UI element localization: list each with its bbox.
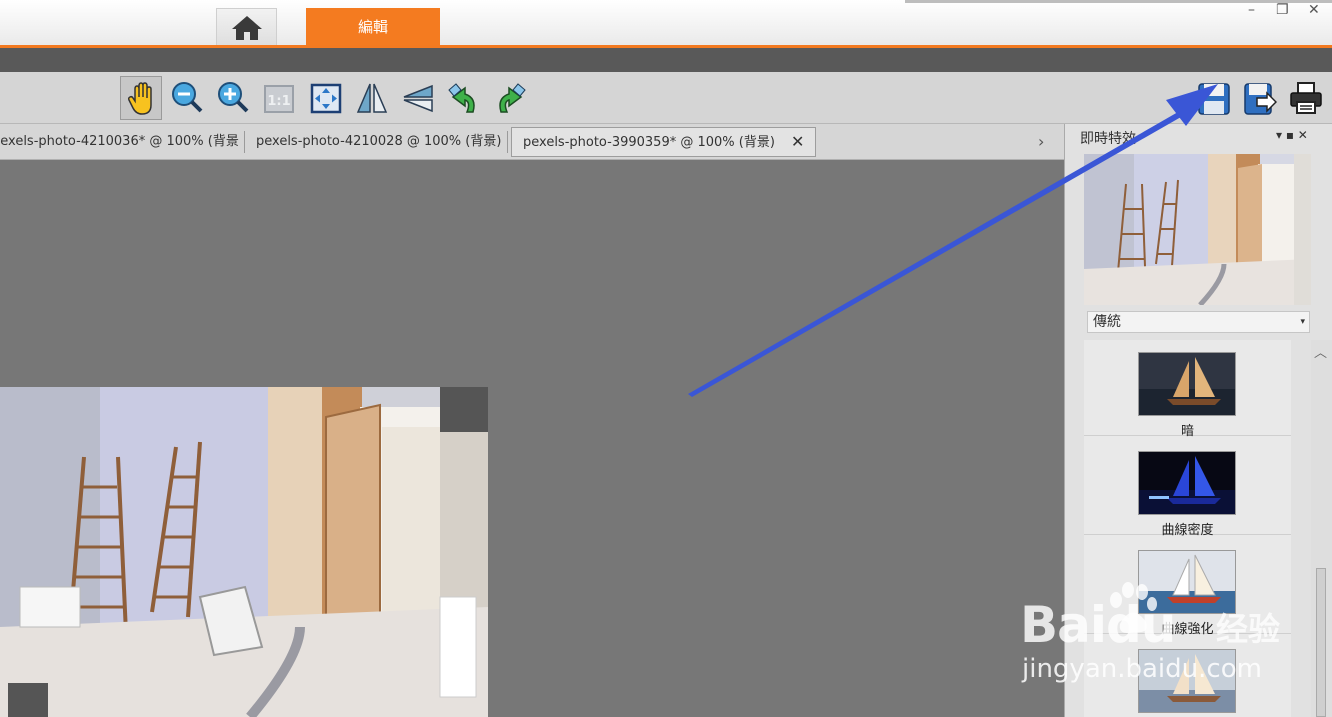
preset-value: 傳統 xyxy=(1093,314,1121,330)
flip-horizontal-icon xyxy=(356,83,388,113)
zoom-out-button[interactable] xyxy=(166,76,208,120)
panel-controls[interactable]: ▾ ▪ ✕ xyxy=(1276,128,1308,142)
effect-label: 暗 xyxy=(1180,424,1194,439)
flip-vertical-button[interactable] xyxy=(397,76,439,120)
doc-tab-active[interactable]: pexels-photo-3990359* @ 100% (背景) xyxy=(511,127,816,157)
doc-tab[interactable]: pexels-photo-4210036* @ 100% (背景) xyxy=(0,127,240,157)
actual-size-button[interactable]: 1:1 xyxy=(258,76,300,120)
fit-window-icon xyxy=(310,83,342,114)
minimize-button[interactable]: – xyxy=(1248,2,1255,18)
rotate-right-icon xyxy=(499,83,526,113)
title-bar xyxy=(0,0,1332,47)
rotate-right-button[interactable] xyxy=(489,76,531,120)
effect-thumbnail xyxy=(1138,451,1236,515)
home-icon xyxy=(232,16,262,40)
photo-image[interactable] xyxy=(0,387,488,717)
watermark-url: jingyan.baidu.com xyxy=(1022,654,1262,684)
restore-button[interactable]: ❐ xyxy=(1276,2,1289,18)
flip-vertical-icon xyxy=(403,84,433,113)
effect-list-scrollbar[interactable]: ︿ xyxy=(1311,340,1332,717)
close-tab-icon[interactable]: ✕ xyxy=(791,133,804,151)
chevron-up-icon[interactable]: ︿ xyxy=(1314,342,1327,361)
scrollbar-thumb[interactable] xyxy=(1316,568,1326,717)
effect-label: 曲線密度 xyxy=(1161,523,1214,538)
tab-divider xyxy=(507,131,508,153)
save-button[interactable] xyxy=(1193,76,1235,120)
save-as-button[interactable] xyxy=(1239,76,1281,120)
effect-item-curve-density[interactable]: 曲線密度 xyxy=(1084,439,1291,538)
chevron-down-icon: ▾ xyxy=(1300,317,1305,327)
window-controls: – ❐ ✕ xyxy=(1242,0,1332,30)
doc-tab[interactable]: pexels-photo-4210028 @ 100% (背景) xyxy=(256,127,504,157)
svg-text:1:1: 1:1 xyxy=(267,94,290,109)
tab-home[interactable] xyxy=(216,8,277,46)
flip-horizontal-button[interactable] xyxy=(351,76,393,120)
watermark-cjk: 经验 xyxy=(1216,610,1281,648)
print-button[interactable] xyxy=(1285,76,1327,120)
hand-icon xyxy=(127,82,152,115)
panel-title: 即時特效 xyxy=(1080,131,1136,147)
hand-tool-button[interactable] xyxy=(120,76,162,120)
preset-dropdown[interactable]: 傳統 ▾ xyxy=(1087,311,1310,333)
close-button[interactable]: ✕ xyxy=(1308,2,1320,18)
zoom-in-button[interactable] xyxy=(212,76,254,120)
actual-size-icon: 1:1 xyxy=(264,85,294,113)
print-icon xyxy=(1290,82,1322,114)
baidu-watermark: Baidu 经验 jingyan.baidu.com xyxy=(1020,582,1310,706)
zoom-in-icon xyxy=(218,82,249,113)
rotate-left-button[interactable] xyxy=(443,76,485,120)
effect-preview-image xyxy=(1084,154,1311,305)
zoom-out-icon xyxy=(172,82,203,113)
rotate-left-icon xyxy=(448,83,475,113)
chevron-right-icon[interactable]: › xyxy=(1038,132,1044,151)
fit-window-button[interactable] xyxy=(305,76,347,120)
menu-band xyxy=(0,48,1332,72)
save-as-icon xyxy=(1244,83,1277,115)
tab-edit[interactable]: 編輯 xyxy=(306,8,440,47)
tab-divider xyxy=(244,131,245,153)
paw-icon xyxy=(1110,582,1157,633)
effect-thumbnail xyxy=(1138,352,1236,416)
effect-item-dark[interactable]: 暗 xyxy=(1084,340,1291,439)
save-icon xyxy=(1198,83,1230,115)
